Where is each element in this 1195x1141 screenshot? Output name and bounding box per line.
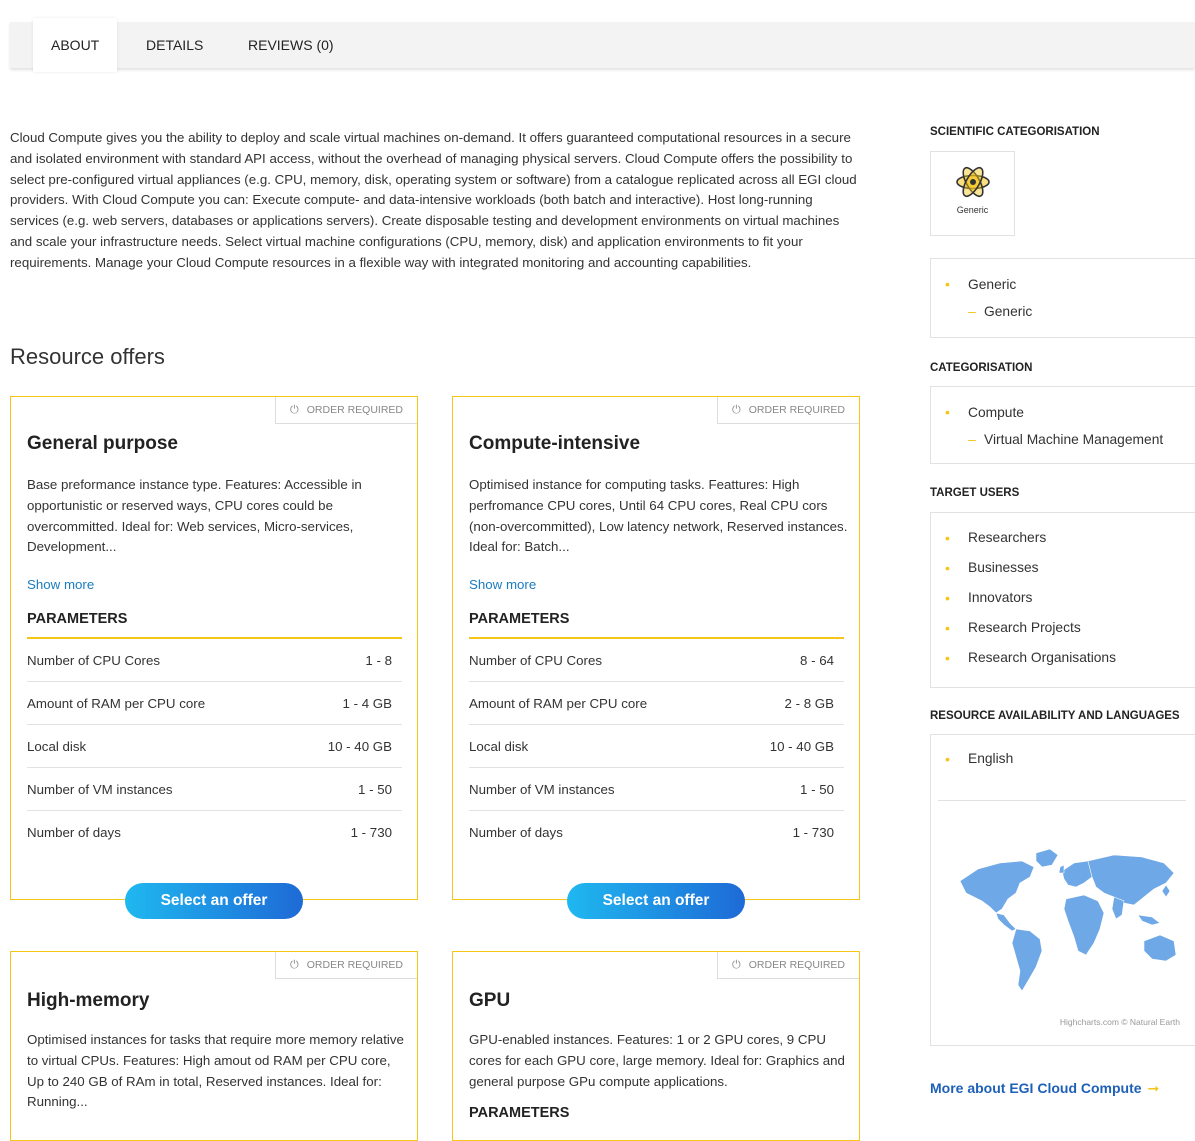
parameters-title: PARAMETERS (469, 1105, 570, 1121)
categorisation-heading: CATEGORISATION (930, 362, 1033, 374)
tab-bar: ABOUT DETAILS REVIEWS (0) (10, 18, 1195, 72)
world-map-graphic (959, 848, 1177, 992)
tab-details[interactable]: DETAILS (146, 22, 203, 72)
parameter-value: 2 - 8 GB (784, 695, 834, 711)
tab-about[interactable]: ABOUT (33, 18, 118, 72)
list-item: English (931, 744, 1195, 774)
order-required-badge: ⏻ ORDER REQUIRED (717, 952, 859, 979)
parameter-name: Amount of RAM per CPU core (469, 695, 648, 711)
tab-reviews[interactable]: REVIEWS (0) (248, 22, 334, 72)
more-about-link[interactable]: More about EGI Cloud Compute ➞ (930, 1080, 1159, 1097)
parameter-value: 1 - 50 (357, 781, 392, 797)
select-offer-button[interactable]: Select an offer (125, 883, 303, 919)
offer-description: Base preformance instance type. Features… (27, 477, 362, 555)
service-description: Cloud Compute gives you the ability to d… (10, 130, 857, 270)
list-subitem: Virtual Machine Management (931, 426, 1195, 453)
parameter-value: 10 - 40 GB (769, 738, 834, 754)
parameter-value: 1 - 730 (792, 824, 834, 840)
order-required-badge: ⏻ ORDER REQUIRED (275, 952, 417, 979)
parameter-name: Local disk (469, 738, 529, 754)
offer-description: Optimised instance for computing tasks. … (469, 477, 848, 555)
show-more-link[interactable]: Show more (469, 577, 536, 592)
parameter-row: Local disk 10 - 40 GB (469, 725, 844, 768)
offer-title: GPU (469, 990, 511, 1011)
parameter-value: 1 - 4 GB (342, 695, 392, 711)
parameter-row: Amount of RAM per CPU core 2 - 8 GB (469, 682, 844, 725)
world-map: Highcharts.com © Natural Earth (938, 800, 1186, 1037)
scientific-list: Generic Generic (930, 258, 1195, 338)
parameter-row: Local disk 10 - 40 GB (27, 725, 402, 768)
parameter-row: Number of CPU Cores 1 - 8 (27, 639, 402, 682)
parameter-row: Number of VM instances 1 - 50 (469, 768, 844, 811)
parameter-row: Number of CPU Cores 8 - 64 (469, 639, 844, 682)
offer-title: High-memory (27, 990, 150, 1011)
resource-offers-title: Resource offers (10, 344, 165, 369)
parameter-name: Number of CPU Cores (469, 652, 603, 668)
scientific-category-label: Generic (956, 205, 989, 215)
parameter-value: 1 - 8 (365, 652, 392, 668)
target-users-list: Researchers Businesses Innovators Resear… (930, 512, 1195, 688)
categorisation-list: Compute Virtual Machine Management (930, 386, 1195, 464)
parameter-row: Number of days 1 - 730 (27, 811, 402, 853)
map-credit: Highcharts.com © Natural Earth (1059, 1017, 1180, 1027)
parameter-row: Number of VM instances 1 - 50 (27, 768, 402, 811)
power-icon: ⏻ (732, 959, 741, 971)
list-item: Generic (931, 271, 1195, 298)
list-item: Compute (931, 399, 1195, 426)
parameters-table: Number of CPU Cores 1 - 8 Amount of RAM p… (27, 637, 402, 853)
offer-description: Optimised instances for tasks that requi… (27, 1032, 404, 1110)
parameter-name: Number of days (469, 824, 563, 840)
offer-card: ⏻ ORDER REQUIRED General purpose Base pre… (10, 396, 418, 919)
power-icon: ⏻ (290, 959, 299, 971)
show-more-link[interactable]: Show more (27, 577, 94, 592)
parameters-title: PARAMETERS (469, 611, 570, 627)
parameter-name: Number of CPU Cores (27, 652, 161, 668)
scientific-categorisation-heading: SCIENTIFIC CATEGORISATION (930, 126, 1100, 138)
availability-heading: RESOURCE AVAILABILITY AND LANGUAGES (930, 710, 1180, 722)
list-item: Research Organisations (931, 643, 1195, 673)
target-users-heading: TARGET USERS (930, 487, 1020, 499)
parameter-row: Number of days 1 - 730 (469, 811, 844, 853)
power-icon: ⏻ (290, 404, 299, 416)
offer-title: General purpose (27, 433, 178, 454)
parameter-value: 1 - 730 (350, 824, 392, 840)
parameters-title: PARAMETERS (27, 611, 128, 627)
parameter-name: Amount of RAM per CPU core (27, 695, 206, 711)
parameter-name: Number of days (27, 824, 121, 840)
parameter-name: Number of VM instances (27, 781, 173, 797)
atom-icon (955, 166, 990, 198)
list-item: Innovators (931, 583, 1195, 613)
list-item: Research Projects (931, 613, 1195, 643)
power-icon: ⏻ (732, 404, 741, 416)
list-subitem: Generic (931, 298, 1195, 325)
order-required-badge: ⏻ ORDER REQUIRED (717, 397, 859, 424)
list-item: Businesses (931, 553, 1195, 583)
list-item: Researchers (931, 523, 1195, 553)
parameter-value: 1 - 50 (799, 781, 834, 797)
order-required-badge: ⏻ ORDER REQUIRED (275, 397, 417, 424)
parameter-value: 8 - 64 (799, 652, 834, 668)
offer-title: Compute-intensive (469, 433, 641, 454)
offer-card: ⏻ ORDER REQUIRED GPU GPU-enabled instance… (452, 951, 860, 1141)
scientific-category-tile[interactable]: Generic (930, 151, 1015, 236)
parameter-value: 10 - 40 GB (327, 738, 392, 754)
arrow-right-icon: ➞ (1147, 1080, 1160, 1096)
offer-card: ⏻ ORDER REQUIRED High-memory Optimised in… (10, 951, 418, 1141)
offer-card: ⏻ ORDER REQUIRED Compute-intensive Optimi… (452, 396, 860, 919)
parameter-name: Local disk (27, 738, 87, 754)
parameter-row: Amount of RAM per CPU core 1 - 4 GB (27, 682, 402, 725)
offer-description: GPU-enabled instances. Features: 1 or 2 … (469, 1032, 845, 1089)
select-offer-button[interactable]: Select an offer (567, 883, 745, 919)
parameter-name: Number of VM instances (469, 781, 615, 797)
parameters-table: Number of CPU Cores 8 - 64 Amount of RAM … (469, 637, 844, 853)
